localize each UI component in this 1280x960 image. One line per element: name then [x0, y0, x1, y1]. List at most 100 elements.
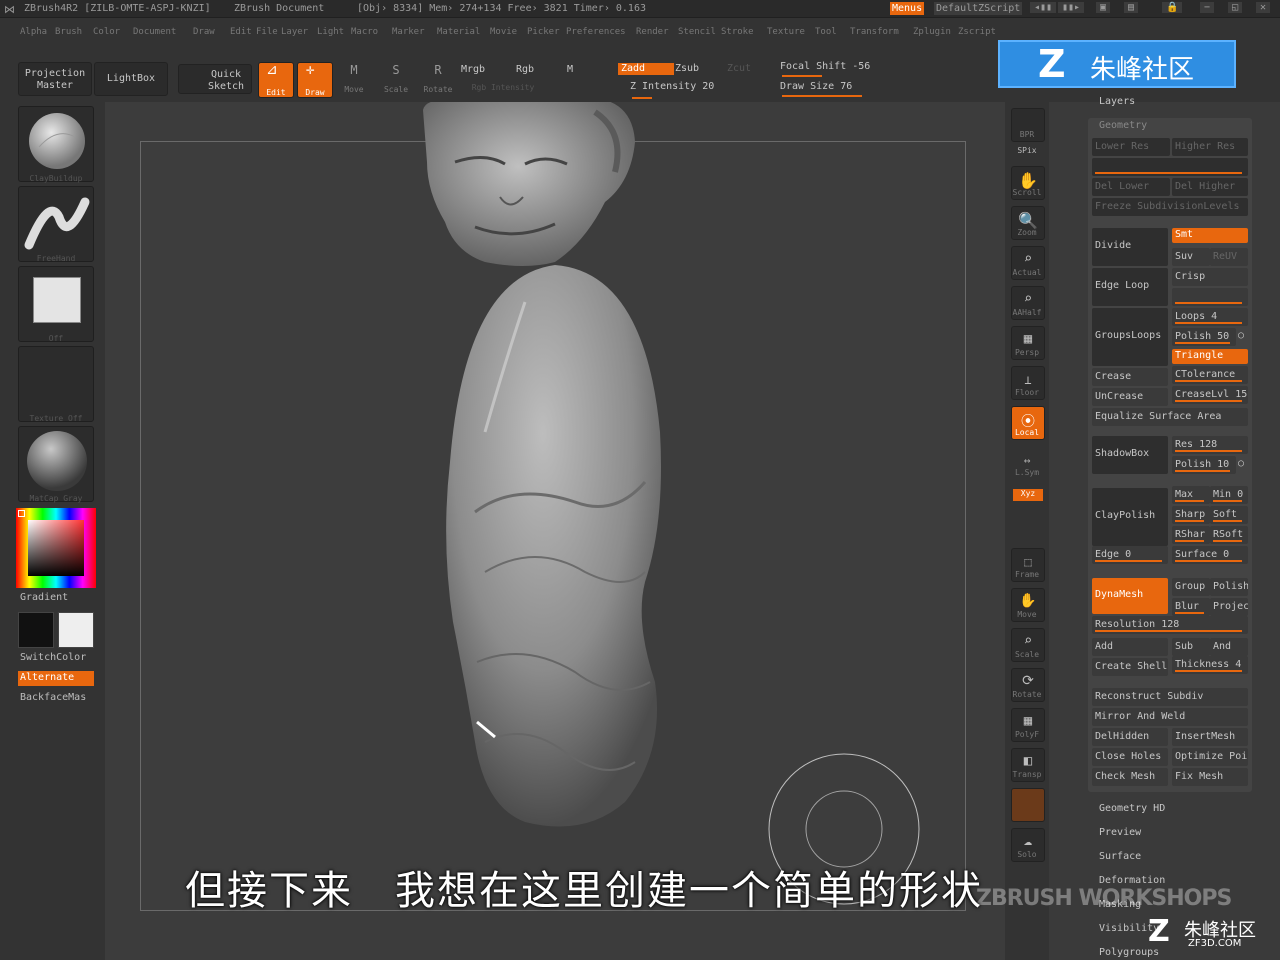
reconstruct-subdiv-button[interactable]: Reconstruct Subdiv	[1092, 688, 1248, 706]
tray-icon[interactable]: ▤	[1124, 2, 1139, 13]
projection-master-button[interactable]: Projection Master	[18, 62, 92, 96]
minimize-icon[interactable]: −	[1200, 2, 1215, 13]
material-thumbnail[interactable]	[18, 426, 94, 502]
max-slider[interactable]: Max	[1172, 486, 1210, 504]
sharp-slider[interactable]: Sharp	[1172, 506, 1210, 524]
smt-toggle[interactable]: Smt	[1172, 228, 1248, 243]
focal-shift-slider[interactable]: Focal Shift -56	[780, 61, 900, 73]
groupsloops-button[interactable]: GroupsLoops	[1092, 308, 1168, 366]
menu-preferences[interactable]: Preferences	[566, 27, 626, 37]
gradient-label[interactable]: Gradient	[20, 592, 68, 603]
m-button[interactable]: M	[560, 64, 580, 76]
menu-zscript[interactable]: Zscript	[958, 27, 996, 37]
blur-slider[interactable]: Blur	[1172, 598, 1210, 616]
menu-light[interactable]: Light	[317, 27, 344, 37]
secondary-color-swatch[interactable]	[58, 612, 94, 648]
viewport-render[interactable]	[105, 102, 1005, 960]
alternate-button[interactable]: Alternate	[18, 671, 94, 686]
triangle-toggle[interactable]: Triangle	[1172, 349, 1248, 364]
claypolish-button[interactable]: ClayPolish	[1092, 488, 1168, 546]
shadowbox-polish-circle-icon[interactable]: ○	[1238, 458, 1244, 469]
menu-edit[interactable]: Edit	[230, 27, 252, 37]
menu-stencil[interactable]: Stencil	[678, 27, 716, 37]
zsub-button[interactable]: Zsub	[672, 63, 702, 75]
primary-color-swatch[interactable]	[18, 612, 54, 648]
menu-render[interactable]: Render	[636, 27, 669, 37]
freeze-subdiv-button[interactable]: Freeze SubdivisionLevels	[1092, 198, 1248, 216]
alpha-thumbnail[interactable]	[18, 266, 94, 342]
del-higher-button[interactable]: Del Higher	[1172, 178, 1248, 196]
close-holes-button[interactable]: Close Holes	[1092, 748, 1168, 766]
menu-marker[interactable]: Marker	[392, 27, 425, 37]
del-lower-button[interactable]: Del Lower	[1092, 178, 1170, 196]
menus-button[interactable]: Menus	[890, 2, 925, 15]
surface-slider[interactable]: Surface 0	[1172, 546, 1248, 564]
crisp-toggle[interactable]: Crisp	[1172, 268, 1248, 286]
equalize-surface-area-button[interactable]: Equalize Surface Area	[1092, 408, 1248, 426]
lock-icon[interactable]: 🔒	[1162, 2, 1183, 13]
dynamesh-polish-toggle[interactable]: Polish	[1210, 578, 1248, 596]
window-icon[interactable]: ▣	[1096, 2, 1111, 13]
higher-res-button[interactable]: Higher Res	[1172, 138, 1248, 156]
creaselvl-slider[interactable]: CreaseLvl 15	[1172, 386, 1248, 404]
fix-mesh-button[interactable]: Fix Mesh	[1172, 768, 1248, 786]
shadowbox-button[interactable]: ShadowBox	[1092, 436, 1168, 474]
layers-subpalette[interactable]: Layers	[1099, 96, 1135, 107]
menu-layer[interactable]: Layer	[281, 27, 308, 37]
lsym-icon[interactable]: ↔	[1005, 454, 1049, 467]
menu-texture[interactable]: Texture	[767, 27, 805, 37]
menu-material[interactable]: Material	[437, 27, 480, 37]
and-button[interactable]: And	[1210, 638, 1248, 656]
loops-slider[interactable]: Loops 4	[1172, 308, 1248, 326]
close-icon[interactable]: ✕	[1256, 2, 1271, 13]
add-button[interactable]: Add	[1092, 638, 1168, 656]
optimize-points-button[interactable]: Optimize Poi	[1172, 748, 1248, 766]
project-toggle[interactable]: Projec	[1210, 598, 1248, 616]
prev-button[interactable]: ◂▮▮	[1030, 2, 1057, 13]
res-slider[interactable]: Res 128	[1172, 436, 1248, 454]
z-intensity-slider[interactable]: Z Intensity 20	[630, 81, 750, 93]
texture-thumbnail[interactable]	[18, 346, 94, 422]
rotate-icon[interactable]: R	[422, 64, 454, 76]
menu-tool[interactable]: Tool	[815, 27, 837, 37]
move-icon[interactable]: M	[338, 64, 370, 76]
reuv-toggle[interactable]: ReUV	[1210, 248, 1248, 266]
zcut-button[interactable]: Zcut	[724, 63, 754, 75]
check-mesh-button[interactable]: Check Mesh	[1092, 768, 1168, 786]
sub-button[interactable]: Sub	[1172, 638, 1210, 656]
geometry-hd-subpalette[interactable]: Geometry HD	[1099, 803, 1165, 814]
head-sculpt[interactable]	[423, 102, 635, 266]
xyz-button[interactable]: Xyz	[1013, 489, 1043, 501]
min-slider[interactable]: Min 0	[1210, 486, 1248, 504]
thickness-slider[interactable]: Thickness 4	[1172, 656, 1248, 674]
menu-alpha[interactable]: Alpha	[20, 27, 47, 37]
rgb-button[interactable]: Rgb	[510, 64, 540, 76]
scale-icon[interactable]: S	[380, 64, 412, 76]
geometry-title[interactable]: Geometry	[1099, 120, 1147, 131]
brush-thumbnail[interactable]	[18, 106, 94, 182]
draw-size-slider[interactable]: Draw Size 76	[780, 81, 900, 93]
menu-draw[interactable]: Draw	[193, 27, 215, 37]
sdiv-slider[interactable]	[1092, 158, 1248, 176]
ctolerance-slider[interactable]: CTolerance	[1172, 366, 1248, 384]
spix-slider[interactable]: SPix	[1005, 146, 1049, 155]
menu-file[interactable]: File	[256, 27, 278, 37]
divide-button[interactable]: Divide	[1092, 228, 1168, 266]
menu-brush[interactable]: Brush	[55, 27, 82, 37]
resolution-slider[interactable]: Resolution 128	[1092, 616, 1248, 634]
lower-res-button[interactable]: Lower Res	[1092, 138, 1170, 156]
next-button[interactable]: ▮▮▸	[1058, 2, 1085, 13]
disp-slider[interactable]	[1172, 288, 1248, 306]
menu-document[interactable]: Document	[133, 27, 176, 37]
surface-subpalette[interactable]: Surface	[1099, 851, 1141, 862]
insertmesh-button[interactable]: InsertMesh	[1172, 728, 1248, 746]
shadowbox-polish-slider[interactable]: Polish 10	[1172, 456, 1236, 474]
edge-slider[interactable]: Edge 0	[1092, 546, 1168, 564]
rgb-intensity-slider[interactable]: Rgb Intensity	[458, 82, 548, 94]
zscript-button[interactable]: DefaultZScript	[934, 2, 1023, 15]
menu-picker[interactable]: Picker	[527, 27, 560, 37]
create-shell-button[interactable]: Create Shell	[1092, 658, 1168, 676]
soft-slider[interactable]: Soft	[1210, 506, 1248, 524]
dynamesh-button[interactable]: DynaMesh	[1092, 578, 1168, 614]
lightbox-button[interactable]: LightBox	[94, 62, 168, 96]
